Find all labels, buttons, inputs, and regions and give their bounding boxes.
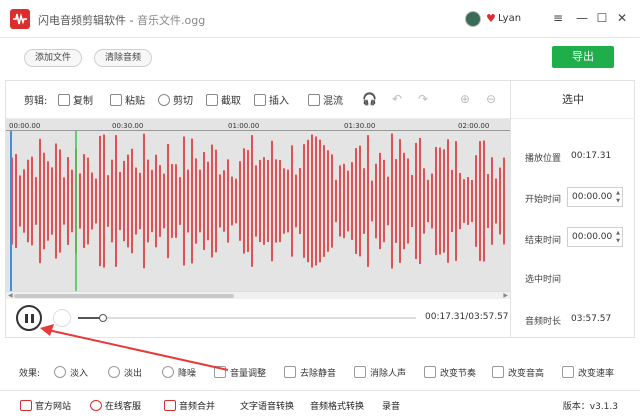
insert-button[interactable]: 插入 bbox=[254, 92, 289, 107]
headphones-icon[interactable]: 🎧 bbox=[362, 92, 377, 106]
remove-silence-button[interactable]: 去除静音 bbox=[284, 366, 336, 379]
copy-icon bbox=[58, 94, 70, 106]
paste-button[interactable]: 粘贴 bbox=[110, 92, 145, 107]
end-time-input[interactable]: 00:00.00 ▲ ▼ bbox=[567, 227, 623, 247]
pause-button[interactable] bbox=[16, 305, 42, 331]
format-convert-link[interactable]: 音频格式转换 bbox=[310, 399, 364, 412]
change-tempo-button[interactable]: 改变节奏 bbox=[424, 366, 476, 379]
rate-icon bbox=[562, 366, 574, 378]
export-button[interactable]: 导出 bbox=[552, 46, 614, 68]
edit-toolbar: 剪辑: 复制 粘贴 剪切 截取 插入 混流 🎧 ↶ ↷ ⊕ ⊖ bbox=[6, 81, 510, 119]
stop-button[interactable] bbox=[53, 309, 71, 327]
close-button[interactable]: ✕ bbox=[612, 8, 632, 28]
tick-label: 00:30.00 bbox=[112, 122, 144, 130]
progress-track[interactable] bbox=[78, 314, 416, 322]
editor-panel: 剪辑: 复制 粘贴 剪切 截取 插入 混流 🎧 ↶ ↷ ⊕ ⊖ 00:00.00… bbox=[5, 80, 635, 338]
user-avatar[interactable] bbox=[465, 11, 481, 27]
end-time-label: 结束时间 bbox=[525, 236, 562, 246]
online-support-link[interactable]: 在线客服 bbox=[90, 399, 141, 412]
change-pitch-button[interactable]: 改变音高 bbox=[492, 366, 544, 379]
progress-knob[interactable] bbox=[98, 314, 107, 322]
selection-panel: 选中 播放位置 00:17.31 开始时间 00:00.00 ▲ ▼ 结束时间 00… bbox=[510, 81, 635, 337]
remove-silence-icon bbox=[284, 366, 296, 378]
remove-vocals-icon bbox=[354, 366, 366, 378]
scrollbar-thumb[interactable] bbox=[14, 294, 234, 298]
tick-label: 01:00.00 bbox=[228, 122, 260, 130]
cut-button[interactable]: 剪切 bbox=[158, 92, 193, 107]
zoom-out-icon[interactable]: ⊖ bbox=[484, 92, 498, 106]
official-site-link[interactable]: 官方网站 bbox=[20, 399, 71, 412]
tempo-icon bbox=[424, 366, 436, 378]
play-position-label: 播放位置 bbox=[525, 154, 562, 164]
noise-reduction-icon bbox=[162, 366, 174, 378]
monitor-icon bbox=[20, 400, 32, 411]
app-logo-icon bbox=[10, 9, 30, 29]
mix-icon bbox=[308, 94, 320, 106]
insert-icon bbox=[254, 94, 266, 106]
transport-bar: 00:17.31/03:57.57 bbox=[6, 299, 510, 337]
spinner-arrows-icon[interactable]: ▲ ▼ bbox=[616, 189, 620, 205]
play-position-value: 00:17.31 bbox=[571, 151, 612, 161]
minimize-button[interactable]: — bbox=[572, 8, 592, 28]
copy-button[interactable]: 复制 bbox=[58, 92, 93, 107]
waveform-area[interactable]: 00:00.00 00:30.00 01:00.00 01:30.00 02:0… bbox=[6, 119, 510, 299]
username[interactable]: Lyan bbox=[498, 13, 521, 24]
scroll-right-icon[interactable]: ▶ bbox=[503, 292, 508, 299]
tick-label: 02:00.00 bbox=[458, 122, 490, 130]
fade-in-button[interactable]: 淡入 bbox=[54, 366, 88, 379]
maximize-button[interactable]: ☐ bbox=[592, 8, 612, 28]
start-time-label: 开始时间 bbox=[525, 195, 562, 205]
tick-label: 00:00.00 bbox=[9, 122, 41, 130]
bottom-bar: 官方网站 在线客服 音频合并 文字语音转换 音频格式转换 录音 版本：v3.1.… bbox=[0, 390, 640, 420]
selection-title: 选中 bbox=[511, 81, 635, 119]
version-info: 版本：v3.1.3 bbox=[562, 402, 618, 412]
edit-label: 剪辑: bbox=[24, 96, 48, 107]
change-rate-button[interactable]: 改变速率 bbox=[562, 366, 614, 379]
crop-icon bbox=[206, 94, 218, 106]
duration-label: 音频时长 bbox=[525, 317, 562, 327]
text-to-speech-link[interactable]: 文字语音转换 bbox=[240, 399, 294, 412]
waveform[interactable] bbox=[6, 131, 510, 291]
spinner-arrows-icon[interactable]: ▲ ▼ bbox=[616, 229, 620, 245]
selected-time-label: 选中时间 bbox=[525, 275, 562, 285]
crop-button[interactable]: 截取 bbox=[206, 92, 241, 107]
noise-reduction-button[interactable]: 降噪 bbox=[162, 366, 196, 379]
effects-label: 效果: bbox=[19, 369, 41, 379]
fade-out-icon bbox=[108, 366, 120, 378]
title-bar: 闪电音频剪辑软件 - 音乐文件.ogg ♥ Lyan ≡ — ☐ ✕ bbox=[0, 0, 640, 38]
paste-icon bbox=[110, 94, 122, 106]
timeline-ruler[interactable]: 00:00.00 00:30.00 01:00.00 01:30.00 02:0… bbox=[6, 119, 510, 131]
header-actions: 添加文件 清除音频 bbox=[0, 38, 640, 78]
window-title: 闪电音频剪辑软件 - 音乐文件.ogg bbox=[38, 14, 206, 27]
fade-out-button[interactable]: 淡出 bbox=[108, 366, 142, 379]
fade-in-icon bbox=[54, 366, 66, 378]
scissors-icon bbox=[158, 94, 170, 106]
record-link[interactable]: 录音 bbox=[382, 399, 400, 412]
add-file-button[interactable]: 添加文件 bbox=[24, 49, 83, 67]
remove-vocals-button[interactable]: 消除人声 bbox=[354, 366, 406, 379]
volume-adjust-button[interactable]: 音量调整 bbox=[214, 366, 266, 379]
volume-icon bbox=[214, 366, 226, 378]
duration-value: 03:57.57 bbox=[571, 314, 612, 324]
tick-label: 01:30.00 bbox=[344, 122, 376, 130]
undo-icon[interactable]: ↶ bbox=[390, 92, 404, 106]
effects-bar: 效果: 淡入 淡出 降噪 音量调整 去除静音 消除人声 改变节奏 改变音高 改变… bbox=[0, 360, 640, 384]
horizontal-scrollbar[interactable]: ◀ ▶ bbox=[6, 291, 510, 299]
pitch-icon bbox=[492, 366, 504, 378]
clear-audio-button[interactable]: 清除音频 bbox=[94, 49, 153, 67]
heart-icon: ♥ bbox=[486, 12, 496, 25]
menu-button[interactable]: ≡ bbox=[548, 8, 568, 28]
time-display: 00:17.31/03:57.57 bbox=[425, 312, 509, 322]
redo-icon[interactable]: ↷ bbox=[416, 92, 430, 106]
mix-button[interactable]: 混流 bbox=[308, 92, 343, 107]
support-icon bbox=[90, 400, 102, 411]
zoom-in-icon[interactable]: ⊕ bbox=[458, 92, 472, 106]
audio-merge-link[interactable]: 音频合并 bbox=[164, 399, 215, 412]
scroll-left-icon[interactable]: ◀ bbox=[8, 292, 13, 299]
merge-icon bbox=[164, 400, 176, 411]
start-time-input[interactable]: 00:00.00 ▲ ▼ bbox=[567, 187, 623, 207]
